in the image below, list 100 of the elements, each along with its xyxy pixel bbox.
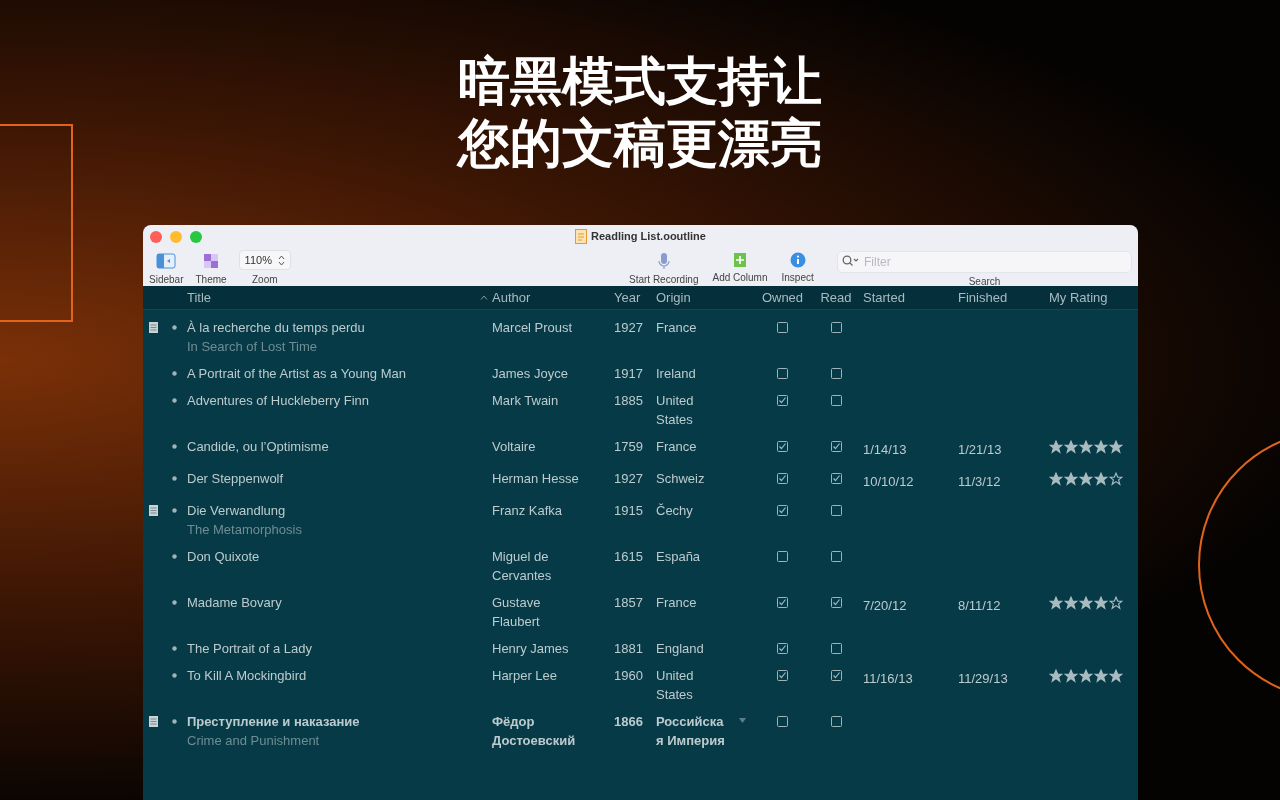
- author-cell-text: Фёдор Достоевский: [492, 713, 577, 750]
- checkbox[interactable]: [777, 368, 788, 379]
- year-cell-text: 1759: [614, 438, 644, 456]
- star-rating[interactable]: [1049, 594, 1123, 610]
- checked-checkbox[interactable]: [777, 441, 788, 452]
- toolbar-label: Zoom: [251, 273, 278, 287]
- origin-cell-text: France: [656, 438, 698, 456]
- column-header[interactable]: Started: [863, 287, 905, 308]
- title-cell-text: Die Verwandlung: [187, 502, 287, 520]
- checked-checkbox[interactable]: [777, 597, 788, 608]
- author-cell-text: Franz Kafka: [492, 502, 564, 520]
- column-header[interactable]: Title: [187, 287, 488, 308]
- origin-cell-text: Čechy: [656, 502, 694, 520]
- date-cell: 10/10/12: [863, 474, 914, 489]
- checkbox[interactable]: [830, 505, 842, 516]
- checked-checkbox[interactable]: [777, 473, 788, 484]
- checked-checkbox[interactable]: [830, 597, 842, 608]
- search-icon: [842, 255, 859, 266]
- theme-icon: [203, 253, 220, 269]
- column-header[interactable]: Finished: [958, 287, 1008, 308]
- title-cell-text: Madame Bovary: [187, 594, 283, 612]
- sort-caret-icon: [480, 295, 488, 300]
- filled-star-icon: [1109, 669, 1123, 683]
- search-field[interactable]: Filter: [837, 251, 1132, 273]
- checked-checkbox[interactable]: [777, 643, 788, 654]
- author-cell-text: James Joyce: [492, 365, 569, 383]
- column-header[interactable]: Read: [820, 287, 852, 308]
- date-cell: 8/11/12: [958, 598, 1001, 613]
- close-button[interactable]: [150, 231, 162, 243]
- checked-checkbox[interactable]: [830, 670, 842, 681]
- bullet-icon[interactable]: [172, 476, 177, 481]
- checked-checkbox[interactable]: [830, 441, 842, 452]
- filled-star-icon: [1064, 440, 1078, 454]
- year-cell-text: 1960: [614, 667, 644, 685]
- bullet-icon[interactable]: [172, 325, 177, 330]
- sidebar-icon: [156, 253, 177, 269]
- dropdown-triangle-icon[interactable]: [739, 718, 746, 723]
- filled-star-icon: [1094, 669, 1108, 683]
- date-cell: 11/29/13: [958, 671, 1008, 686]
- star-rating[interactable]: [1049, 667, 1123, 683]
- bullet-icon[interactable]: [172, 719, 177, 724]
- column-header[interactable]: My Rating: [1049, 287, 1108, 308]
- headline: 您的文稿更漂亮: [458, 113, 822, 174]
- bullet-icon[interactable]: [172, 398, 177, 403]
- document-icon: [575, 228, 588, 244]
- zoom-stepper[interactable]: 110%: [238, 250, 291, 270]
- microphone-icon: [657, 252, 670, 270]
- checkbox[interactable]: [830, 322, 842, 333]
- bullet-icon[interactable]: [172, 673, 177, 678]
- author-cell-text: Marcel Proust: [492, 319, 574, 337]
- year-cell-text: 1857: [614, 594, 644, 612]
- star-rating[interactable]: [1049, 438, 1123, 454]
- checkbox[interactable]: [830, 395, 842, 406]
- checkbox[interactable]: [777, 716, 788, 727]
- origin-cell-text: France: [656, 594, 698, 612]
- star-rating[interactable]: [1049, 470, 1123, 486]
- origin-cell-text: Ireland: [656, 365, 697, 383]
- bullet-icon[interactable]: [172, 646, 177, 651]
- column-header[interactable]: Author: [492, 287, 531, 308]
- checked-checkbox[interactable]: [777, 395, 788, 406]
- checkbox[interactable]: [777, 322, 788, 333]
- checked-checkbox[interactable]: [777, 505, 788, 516]
- title-cell-text: Der Steppenwolf: [187, 470, 285, 488]
- toolbar-button[interactable]: Inspect: [781, 250, 814, 285]
- checked-checkbox[interactable]: [777, 670, 788, 681]
- checkbox[interactable]: [830, 643, 842, 654]
- toolbar-button[interactable]: Sidebar: [149, 250, 184, 287]
- bullet-icon[interactable]: [172, 444, 177, 449]
- checkbox[interactable]: [830, 368, 842, 379]
- column-header[interactable]: Owned: [761, 287, 804, 308]
- bullet-icon[interactable]: [172, 554, 177, 559]
- bullet-icon[interactable]: [172, 600, 177, 605]
- filled-star-icon: [1094, 440, 1108, 454]
- origin-cell-text: Российская Империя: [656, 713, 726, 750]
- toolbar-button[interactable]: Add Column: [712, 250, 768, 285]
- filled-star-icon: [1064, 669, 1078, 683]
- filled-star-icon: [1064, 472, 1078, 486]
- author-cell-text: Voltaire: [492, 438, 537, 456]
- origin-cell-text: England: [656, 640, 705, 658]
- toolbar-button[interactable]: Start Recording: [629, 250, 699, 287]
- title-cell-text: Don Quixote: [187, 548, 261, 566]
- checkbox[interactable]: [830, 551, 842, 562]
- column-header[interactable]: Year: [614, 287, 641, 308]
- filled-star-icon: [1094, 596, 1108, 610]
- bullet-icon[interactable]: [172, 508, 177, 513]
- year-cell-text: 1885: [614, 392, 644, 410]
- year-cell-text: 1927: [614, 319, 644, 337]
- stepper-icon: [277, 254, 285, 266]
- year-cell-text: 1927: [614, 470, 644, 488]
- author-cell-text: Henry James: [492, 640, 570, 658]
- checked-checkbox[interactable]: [830, 473, 842, 484]
- checkbox[interactable]: [830, 716, 842, 727]
- checkbox[interactable]: [777, 551, 788, 562]
- info-icon: [789, 252, 806, 268]
- window-title: Readling List.ooutline: [591, 229, 706, 244]
- note-text: Crime and Punishment: [187, 732, 321, 750]
- column-header[interactable]: Origin: [656, 287, 691, 308]
- bullet-icon[interactable]: [172, 371, 177, 376]
- headline: 暗黑模式支持让: [458, 51, 822, 112]
- note-text: The Metamorphosis: [187, 521, 303, 539]
